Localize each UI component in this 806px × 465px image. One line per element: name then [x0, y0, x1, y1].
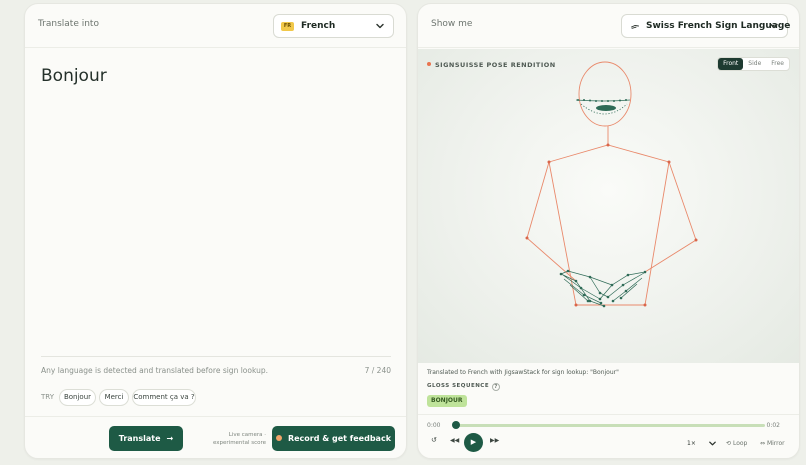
total-time: 0:02: [766, 422, 780, 429]
translate-panel-header: Translate into FR French: [25, 4, 406, 48]
character-count: 7 / 240: [364, 366, 391, 375]
target-language-value: French: [301, 21, 336, 31]
record-button-label: Record & get feedback: [287, 434, 392, 443]
divider: [41, 356, 391, 357]
camera-view-toggle: Front Side Free: [717, 57, 790, 71]
scrubber-thumb[interactable]: [452, 421, 460, 429]
suggestion-chip-merci[interactable]: Merci: [99, 389, 129, 406]
live-camera-note: Live camera · experimental score: [212, 432, 266, 446]
mirror-label: Mirror: [766, 440, 785, 447]
mirror-toggle[interactable]: ⇔ Mirror: [760, 440, 785, 447]
sign-output-panel: Show me Swiss French Sign Language SIGNS…: [417, 3, 800, 459]
forward-icon[interactable]: ▶▶: [490, 437, 499, 444]
divider: [418, 414, 799, 415]
sign-language-select[interactable]: Swiss French Sign Language: [621, 14, 790, 38]
show-me-label: Show me: [431, 19, 473, 29]
loop-icon: ⟲: [726, 440, 732, 447]
hand-icon: [631, 25, 639, 29]
chevron-down-icon[interactable]: [708, 439, 717, 448]
status-dot-icon: [427, 62, 431, 66]
suggestion-chip-bonjour[interactable]: Bonjour: [59, 389, 96, 406]
view-free-button[interactable]: Free: [766, 58, 789, 70]
sign-panel-header: Show me Swiss French Sign Language: [418, 4, 799, 48]
record-dot-icon: [275, 435, 282, 441]
restart-icon[interactable]: ↺: [431, 436, 437, 444]
pose-skeleton: [525, 61, 698, 308]
chevron-down-icon: [770, 23, 778, 29]
french-flag-icon: FR: [281, 22, 294, 31]
gloss-sequence-label: GLOSS SEQUENCE?: [427, 383, 501, 391]
chevron-down-icon: [376, 23, 384, 29]
play-icon: ▶: [470, 438, 477, 446]
translate-button-label: Translate: [118, 434, 161, 443]
stage-title-text: SIGNSUISSE POSE RENDITION: [435, 61, 556, 69]
suggestion-chip-comment-ca-va[interactable]: Comment ça va ?: [132, 389, 196, 406]
playback-scrubber[interactable]: [455, 424, 765, 427]
rewind-icon[interactable]: ◀◀: [450, 437, 459, 444]
divider: [25, 416, 406, 417]
pose-stage[interactable]: SIGNSUISSE POSE RENDITION Front Side Fre…: [418, 49, 799, 363]
play-button[interactable]: ▶: [464, 433, 483, 452]
view-side-button[interactable]: Side: [743, 58, 766, 70]
record-feedback-button[interactable]: Record & get feedback: [272, 426, 395, 451]
help-icon[interactable]: ?: [492, 383, 501, 391]
translate-into-label: Translate into: [38, 19, 99, 29]
gloss-sequence-title: GLOSS SEQUENCE: [427, 383, 490, 389]
stage-title: SIGNSUISSE POSE RENDITION: [427, 61, 556, 69]
translate-panel: Translate into FR French Bonjour Any lan…: [24, 3, 407, 459]
loop-toggle[interactable]: ⟲ Loop: [726, 440, 747, 447]
translate-button[interactable]: Translate →: [109, 426, 183, 451]
mirror-icon: ⇔: [760, 440, 766, 447]
source-text-input[interactable]: Bonjour: [41, 66, 107, 86]
target-language-select[interactable]: FR French: [273, 14, 394, 38]
arrow-right-icon: →: [166, 434, 174, 443]
view-front-button[interactable]: Front: [718, 58, 744, 70]
loop-label: Loop: [732, 440, 748, 447]
current-time: 0:00: [427, 422, 441, 429]
translation-info: Translated to French with JigsawStack fo…: [427, 369, 619, 376]
speed-select[interactable]: 1×: [687, 440, 696, 447]
try-label: TRY: [41, 393, 54, 401]
gloss-badge[interactable]: BONJOUR: [427, 395, 467, 407]
detection-hint: Any language is detected and translated …: [41, 366, 268, 375]
